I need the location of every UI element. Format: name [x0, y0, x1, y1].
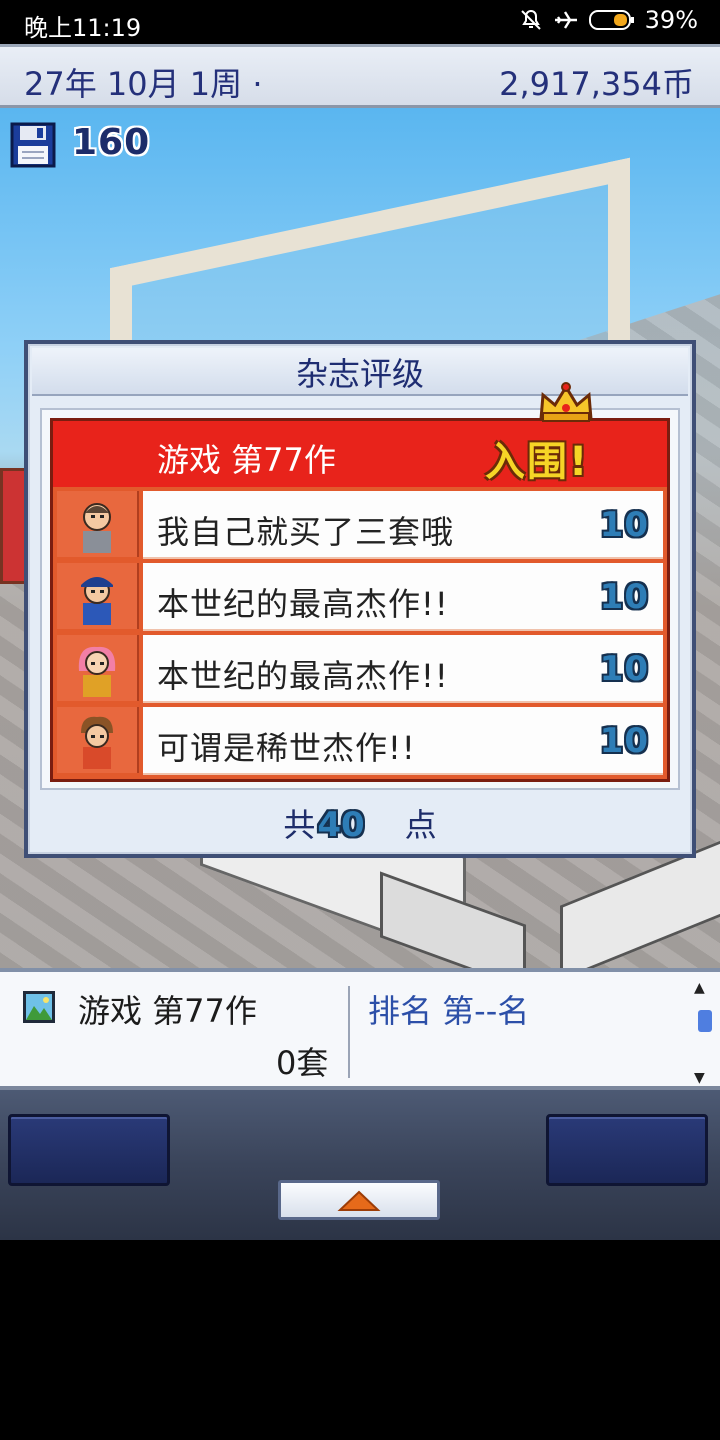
review-comment: 我自己就买了三套哦: [157, 513, 455, 551]
money-amount: 2,917,354币: [499, 65, 694, 103]
magazine-review-dialog: 杂志评级 游戏 第77作 入围! 我自己就买了三套哦 10 本世纪的最高杰作!!…: [24, 340, 696, 858]
info-divider: [348, 986, 350, 1078]
reviewer-bald-icon: [57, 491, 139, 557]
review-score: 10: [599, 505, 649, 545]
reviewed-game-title: 游戏 第77作: [157, 441, 336, 479]
battery-icon: [588, 9, 635, 31]
status-bar: 晚上11:19 39%: [0, 0, 720, 44]
review-box: 游戏 第77作 入围! 我自己就买了三套哦 10 本世纪的最高杰作!! 10 本…: [50, 382, 670, 782]
review-comment: 本世纪的最高杰作!!: [157, 585, 449, 623]
mute-bell-icon: [519, 8, 543, 32]
status-icons: 39%: [519, 6, 698, 34]
right-menu-button[interactable]: [546, 1114, 708, 1186]
game-date: 27年 10月 1周 ·: [24, 65, 263, 103]
expand-menu-button[interactable]: [278, 1180, 440, 1220]
up-arrow-icon: [337, 1190, 381, 1211]
status-time: 晚上11:19: [24, 14, 142, 42]
review-score: 10: [599, 649, 649, 689]
review-score: 10: [599, 577, 649, 617]
game-cartridge-icon: [22, 990, 56, 1024]
left-menu-button[interactable]: [8, 1114, 170, 1186]
info-rank: 排名 第--名: [368, 992, 530, 1030]
nominated-badge: 入围!: [485, 439, 590, 485]
crown-icon: [537, 381, 595, 425]
scroll-thumb[interactable]: [698, 1010, 712, 1032]
total-prefix: 共: [283, 806, 316, 844]
review-comment-cell: 可谓是稀世杰作!! 10: [143, 707, 663, 775]
airplane-icon: [553, 8, 579, 32]
save-count: 160: [72, 122, 151, 163]
scroll-down-icon[interactable]: ▼: [694, 1070, 705, 1086]
review-row: 可谓是稀世杰作!! 10: [53, 703, 667, 775]
total-score: 共40 点: [28, 800, 692, 846]
total-value: 40: [317, 805, 365, 845]
review-comment: 本世纪的最高杰作!!: [157, 657, 449, 695]
reviewer-brown-hair-icon: [57, 707, 139, 773]
reviewer-pink-hair-icon: [57, 635, 139, 701]
reviewer-cap-icon: [57, 563, 139, 629]
info-scrollbar[interactable]: ▲ ▼: [694, 980, 718, 1088]
date-money-bar: 27年 10月 1周 · 2,917,354币: [0, 44, 720, 108]
review-row: 本世纪的最高杰作!! 10: [53, 631, 667, 703]
review-row: 我自己就买了三套哦 10: [53, 487, 667, 559]
control-bar: [0, 1090, 720, 1240]
info-sales: 0套: [276, 1044, 329, 1082]
battery-percent: 39%: [644, 6, 698, 34]
floppy-disk-icon[interactable]: [10, 122, 56, 168]
review-comment-cell: 本世纪的最高杰作!! 10: [143, 563, 663, 631]
review-row: 本世纪的最高杰作!! 10: [53, 559, 667, 631]
review-score: 10: [599, 721, 649, 761]
review-header: 游戏 第77作 入围!: [53, 382, 667, 487]
dialog-content: 游戏 第77作 入围! 我自己就买了三套哦 10 本世纪的最高杰作!! 10 本…: [40, 382, 680, 790]
total-suffix: 点: [404, 806, 437, 844]
info-game-title: 游戏 第77作: [78, 992, 257, 1030]
review-comment: 可谓是稀世杰作!!: [157, 729, 416, 767]
scroll-up-icon[interactable]: ▲: [694, 980, 705, 996]
review-comment-cell: 本世纪的最高杰作!! 10: [143, 635, 663, 703]
review-comment-cell: 我自己就买了三套哦 10: [143, 491, 663, 559]
game-info-panel[interactable]: 游戏 第77作 0套 排名 第--名 ▲ ▼: [0, 968, 720, 1090]
